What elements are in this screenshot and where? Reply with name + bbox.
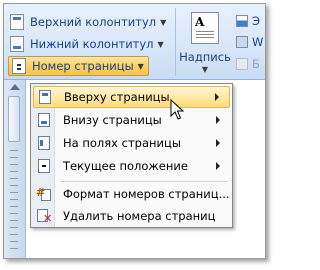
menu-item-label: Вверху страницы bbox=[64, 90, 170, 104]
menu-item-label: Формат номеров страниц... bbox=[63, 187, 230, 201]
menu-item-label: Внизу страницы bbox=[63, 113, 162, 127]
page-current-icon bbox=[38, 159, 50, 173]
chevron-down-icon: ▼ bbox=[201, 65, 209, 74]
ribbon-partial-label-1: Э bbox=[252, 14, 261, 28]
delete-page-numbers-icon: ✕ bbox=[36, 208, 52, 224]
submenu-arrow-icon bbox=[216, 116, 220, 124]
page-bottom-icon bbox=[38, 113, 50, 127]
menu-item-label: Текущее положение bbox=[63, 159, 188, 173]
page-number-menu: Вверху страницы Внизу страницы На полях … bbox=[30, 83, 233, 228]
chevron-down-icon: ▼ bbox=[157, 39, 164, 49]
ruler-ticks bbox=[10, 150, 18, 250]
menu-item-format-page-numbers[interactable]: # Формат номеров страниц... bbox=[33, 183, 230, 205]
submenu-arrow-icon bbox=[216, 139, 220, 147]
ribbon-partial-item-1[interactable]: Э bbox=[236, 14, 260, 28]
screenshot-frame: Верхний колонтитул ▼ Нижний колонтитул ▼… bbox=[3, 3, 266, 259]
page-number-button[interactable]: Номер страницы ▼ bbox=[8, 56, 149, 76]
page-number-button-label: Номер страницы bbox=[32, 59, 134, 73]
page-margin-icon bbox=[38, 136, 50, 150]
textbox-icon-letter: A bbox=[195, 15, 205, 29]
format-page-numbers-icon: # bbox=[36, 186, 52, 202]
footer-button[interactable]: Нижний колонтитул ▼ bbox=[10, 34, 164, 54]
header-button-label: Верхний колонтитул bbox=[30, 15, 157, 29]
textbox-button[interactable]: A Надпись ▼ bbox=[179, 12, 231, 76]
page-top-icon bbox=[39, 90, 51, 104]
ribbon-partial-item-2[interactable]: W bbox=[236, 35, 263, 49]
menu-item-page-margins[interactable]: На полях страницы bbox=[33, 132, 230, 154]
chevron-down-icon: ▼ bbox=[137, 61, 144, 71]
ribbon-group-divider bbox=[175, 8, 176, 76]
menu-item-label: На полях страницы bbox=[63, 136, 181, 150]
ruler-margin-handle[interactable] bbox=[8, 96, 20, 142]
menu-separator bbox=[61, 181, 228, 182]
ribbon-partial-label-3: Б bbox=[252, 57, 260, 71]
menu-item-remove-page-numbers[interactable]: ✕ Удалить номера страниц bbox=[33, 205, 230, 227]
submenu-arrow-icon bbox=[216, 162, 220, 170]
ruler-marker-icon[interactable] bbox=[10, 84, 20, 90]
ribbon-partial-item-3[interactable]: Б bbox=[236, 57, 260, 71]
page-number-icon bbox=[12, 58, 26, 74]
menu-item-top-of-page[interactable]: Вверху страницы bbox=[33, 86, 230, 108]
wordart-icon bbox=[236, 36, 248, 48]
ribbon-partial-label-2: W bbox=[252, 35, 264, 49]
textbox-icon: A bbox=[191, 12, 219, 44]
vertical-ruler bbox=[4, 80, 26, 258]
header-icon bbox=[10, 14, 24, 30]
submenu-arrow-icon bbox=[215, 93, 219, 101]
textbox-label: Надпись bbox=[179, 50, 231, 64]
dropcap-icon bbox=[236, 58, 248, 70]
mouse-pointer-icon bbox=[170, 99, 184, 120]
ribbon: Верхний колонтитул ▼ Нижний колонтитул ▼… bbox=[4, 4, 265, 80]
menu-item-label: Удалить номера страниц bbox=[63, 209, 216, 223]
express-blocks-icon bbox=[236, 15, 248, 27]
header-button[interactable]: Верхний колонтитул ▼ bbox=[10, 12, 166, 32]
footer-icon bbox=[10, 36, 24, 52]
menu-item-current-position[interactable]: Текущее положение bbox=[33, 155, 230, 177]
footer-button-label: Нижний колонтитул bbox=[30, 37, 154, 51]
menu-item-bottom-of-page[interactable]: Внизу страницы bbox=[33, 109, 230, 131]
chevron-down-icon: ▼ bbox=[160, 17, 167, 27]
